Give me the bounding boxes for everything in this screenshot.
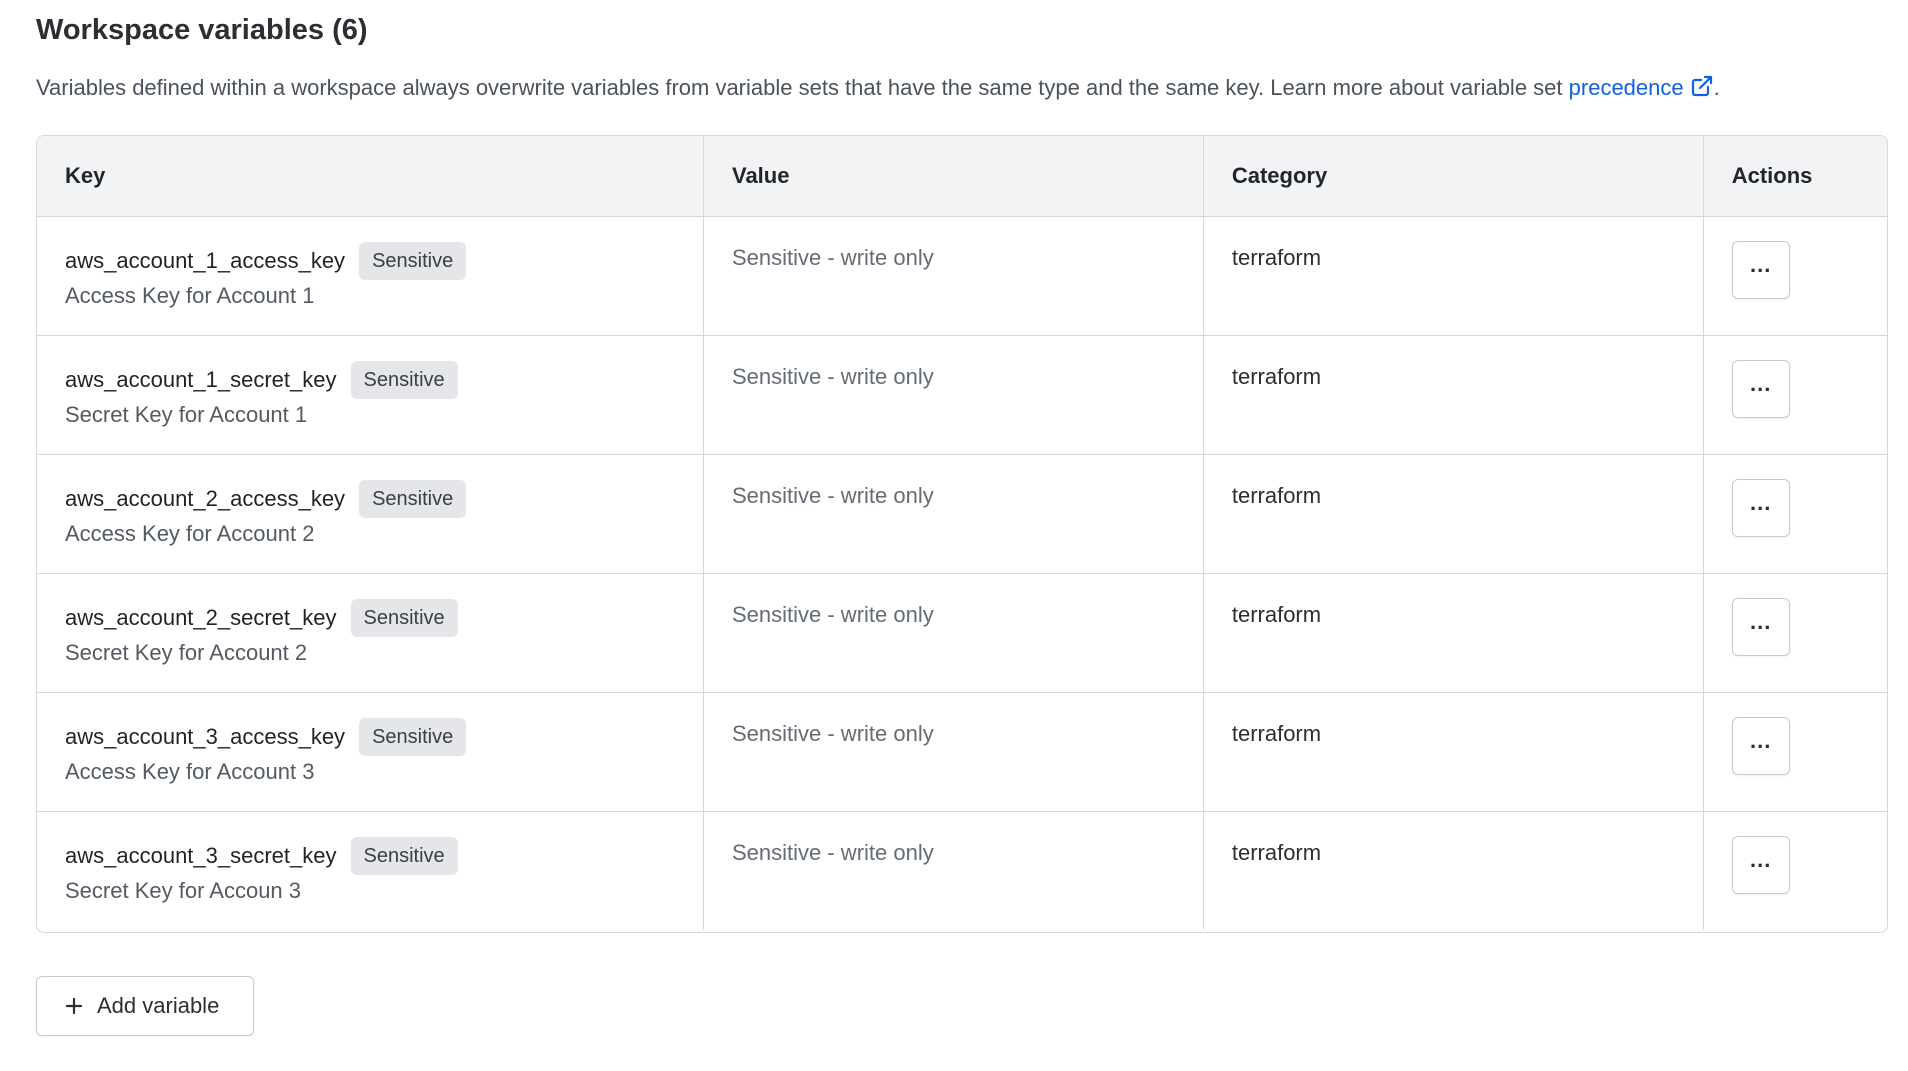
category-cell: terraform bbox=[1203, 335, 1704, 455]
category-cell: terraform bbox=[1203, 811, 1704, 930]
value-cell: Sensitive - write only bbox=[703, 811, 1204, 930]
more-icon: ... bbox=[1750, 251, 1772, 277]
variable-value: Sensitive - write only bbox=[731, 363, 934, 389]
row-actions-button[interactable]: ... bbox=[1731, 240, 1790, 299]
row-actions-button[interactable]: ... bbox=[1731, 835, 1790, 894]
table-row: aws_account_1_access_key Sensitive Acces… bbox=[37, 216, 1887, 336]
value-cell: Sensitive - write only bbox=[703, 573, 1204, 693]
key-cell: aws_account_2_access_key Sensitive Acces… bbox=[37, 454, 704, 574]
key-cell: aws_account_1_secret_key Sensitive Secre… bbox=[37, 335, 704, 455]
table-row: aws_account_1_secret_key Sensitive Secre… bbox=[37, 335, 1887, 455]
key-cell: aws_account_3_secret_key Sensitive Secre… bbox=[37, 811, 704, 930]
variable-value: Sensitive - write only bbox=[731, 244, 934, 270]
table-row: aws_account_3_access_key Sensitive Acces… bbox=[37, 692, 1887, 812]
variable-description: Access Key for Account 1 bbox=[65, 282, 315, 308]
key-cell: aws_account_2_secret_key Sensitive Secre… bbox=[37, 573, 704, 693]
variable-category: terraform bbox=[1231, 244, 1322, 270]
more-icon: ... bbox=[1750, 727, 1772, 753]
plus-icon bbox=[65, 997, 83, 1015]
value-cell: Sensitive - write only bbox=[703, 335, 1204, 455]
category-cell: terraform bbox=[1203, 216, 1704, 336]
variables-table: Key Value Category Actions aws_account_1… bbox=[36, 135, 1888, 933]
variable-description: Access Key for Account 3 bbox=[65, 758, 315, 784]
table-row: aws_account_2_access_key Sensitive Acces… bbox=[37, 454, 1887, 574]
row-actions-button[interactable]: ... bbox=[1731, 359, 1790, 418]
category-cell: terraform bbox=[1203, 573, 1704, 693]
row-actions-button[interactable]: ... bbox=[1731, 716, 1790, 775]
category-cell: terraform bbox=[1203, 454, 1704, 574]
variable-key: aws_account_3_access_key bbox=[65, 723, 346, 749]
key-cell: aws_account_3_access_key Sensitive Acces… bbox=[37, 692, 704, 812]
variable-key: aws_account_2_access_key bbox=[65, 485, 346, 511]
actions-cell: ... bbox=[1703, 454, 1887, 574]
variable-value: Sensitive - write only bbox=[731, 482, 934, 508]
variable-category: terraform bbox=[1231, 720, 1322, 746]
external-link-icon bbox=[1691, 75, 1712, 97]
column-header-key: Key bbox=[37, 136, 704, 217]
key-cell: aws_account_1_access_key Sensitive Acces… bbox=[37, 216, 704, 336]
actions-cell: ... bbox=[1703, 573, 1887, 693]
precedence-link[interactable]: precedence bbox=[1569, 75, 1714, 100]
variable-category: terraform bbox=[1231, 839, 1322, 865]
variable-key: aws_account_3_secret_key bbox=[65, 842, 337, 868]
description-text: Variables defined within a workspace alw… bbox=[36, 75, 1569, 100]
section-description: Variables defined within a workspace alw… bbox=[36, 74, 1888, 100]
column-header-actions: Actions bbox=[1703, 136, 1887, 217]
value-cell: Sensitive - write only bbox=[703, 692, 1204, 812]
more-icon: ... bbox=[1750, 846, 1772, 872]
table-row: aws_account_2_secret_key Sensitive Secre… bbox=[37, 573, 1887, 693]
variable-key: aws_account_1_access_key bbox=[65, 247, 346, 273]
section-title: Workspace variables (6) bbox=[36, 14, 368, 46]
add-variable-label: Add variable bbox=[97, 993, 220, 1018]
table-header-row: Key Value Category Actions bbox=[37, 136, 1887, 217]
actions-cell: ... bbox=[1703, 335, 1887, 455]
value-cell: Sensitive - write only bbox=[703, 454, 1204, 574]
variable-category: terraform bbox=[1231, 482, 1322, 508]
more-icon: ... bbox=[1750, 608, 1772, 634]
category-cell: terraform bbox=[1203, 692, 1704, 812]
row-actions-button[interactable]: ... bbox=[1731, 478, 1790, 537]
value-cell: Sensitive - write only bbox=[703, 216, 1204, 336]
actions-cell: ... bbox=[1703, 216, 1887, 336]
variable-description: Secret Key for Account 1 bbox=[65, 401, 308, 427]
precedence-link-text: precedence bbox=[1568, 75, 1684, 100]
sensitive-badge: Sensitive bbox=[350, 836, 458, 875]
table-row: aws_account_3_secret_key Sensitive Secre… bbox=[37, 811, 1887, 930]
column-header-value: Value bbox=[703, 136, 1204, 217]
actions-cell: ... bbox=[1703, 692, 1887, 812]
variable-description: Secret Key for Accoun 3 bbox=[65, 877, 302, 903]
variable-category: terraform bbox=[1231, 601, 1322, 627]
sensitive-badge: Sensitive bbox=[350, 360, 458, 399]
variable-value: Sensitive - write only bbox=[731, 720, 934, 746]
variable-value: Sensitive - write only bbox=[731, 601, 934, 627]
variable-key: aws_account_2_secret_key bbox=[65, 604, 337, 630]
variable-description: Access Key for Account 2 bbox=[65, 520, 315, 546]
sensitive-badge: Sensitive bbox=[359, 241, 467, 280]
variable-description: Secret Key for Account 2 bbox=[65, 639, 308, 665]
more-icon: ... bbox=[1750, 489, 1772, 515]
sensitive-badge: Sensitive bbox=[359, 717, 467, 756]
sensitive-badge: Sensitive bbox=[350, 598, 458, 637]
workspace-variables-section: Workspace variables (6) Variables define… bbox=[36, 0, 1888, 1036]
row-actions-button[interactable]: ... bbox=[1731, 597, 1790, 656]
column-header-category: Category bbox=[1203, 136, 1704, 217]
actions-cell: ... bbox=[1703, 811, 1887, 930]
variable-category: terraform bbox=[1231, 363, 1322, 389]
more-icon: ... bbox=[1750, 370, 1772, 396]
description-trailing: . bbox=[1713, 75, 1720, 100]
sensitive-badge: Sensitive bbox=[359, 479, 467, 518]
variable-value: Sensitive - write only bbox=[731, 839, 934, 865]
add-variable-button[interactable]: Add variable bbox=[36, 976, 254, 1036]
variable-key: aws_account_1_secret_key bbox=[65, 366, 337, 392]
